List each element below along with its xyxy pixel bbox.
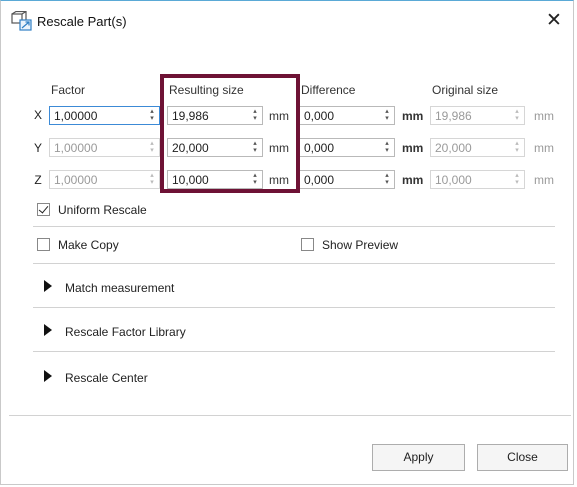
original-x-value: 19,986 <box>435 109 472 123</box>
spin-up-icon[interactable]: ▴ <box>148 140 156 147</box>
spin-up-icon[interactable]: ▴ <box>383 140 391 147</box>
unit-label: mm <box>402 173 424 187</box>
unit-label: mm <box>402 109 424 123</box>
spin-down-icon[interactable]: ▾ <box>148 115 156 122</box>
original-y-input: 20,000 ▴ ▾ <box>430 138 525 157</box>
difference-y-value: 0,000 <box>304 141 335 155</box>
spin-up-icon: ▴ <box>515 172 519 179</box>
close-button[interactable]: Close <box>477 444 568 471</box>
expand-arrow-icon[interactable] <box>44 324 52 336</box>
original-z-spinner: ▴ ▾ <box>513 172 521 187</box>
show-preview-label: Show Preview <box>322 238 399 252</box>
original-z-value: 10,000 <box>435 173 472 187</box>
unit-label: mm <box>534 173 554 187</box>
axis-label-y: Y <box>33 141 42 155</box>
spin-down-icon: ▾ <box>515 147 519 154</box>
divider <box>9 415 571 416</box>
difference-y-spinner[interactable]: ▴ ▾ <box>383 140 391 155</box>
difference-z-spinner[interactable]: ▴ ▾ <box>383 172 391 187</box>
spin-down-icon[interactable]: ▾ <box>383 179 391 186</box>
spin-down-icon[interactable]: ▾ <box>148 147 156 154</box>
close-icon[interactable]: ✕ <box>543 10 565 32</box>
original-size-header: Original size <box>432 83 499 97</box>
make-copy-checkbox[interactable] <box>37 238 50 251</box>
uniform-rescale-checkbox[interactable] <box>37 203 50 216</box>
original-x-spinner: ▴ ▾ <box>513 108 521 123</box>
factor-x-input[interactable]: 1,00000 ▴ ▾ <box>49 106 160 125</box>
factor-x-spinner[interactable]: ▴ ▾ <box>148 108 156 123</box>
original-x-input: 19,986 ▴ ▾ <box>430 106 525 125</box>
spin-down-icon[interactable]: ▾ <box>148 179 156 186</box>
divider <box>33 351 555 352</box>
spin-up-icon[interactable]: ▴ <box>383 172 391 179</box>
rescale-dialog: Rescale Part(s) ✕ Factor Resulting size … <box>0 0 574 485</box>
rescale-parts-icon <box>11 11 32 31</box>
rescale-center-label: Rescale Center <box>65 371 148 385</box>
spin-down-icon: ▾ <box>515 179 519 186</box>
factor-x-value: 1,00000 <box>54 109 98 123</box>
difference-y-input[interactable]: 0,000 ▴ ▾ <box>299 138 395 157</box>
spin-up-icon[interactable]: ▴ <box>383 108 391 115</box>
spin-up-icon[interactable]: ▴ <box>148 108 156 115</box>
factor-y-spinner[interactable]: ▴ ▾ <box>148 140 156 155</box>
unit-label: mm <box>402 141 424 155</box>
difference-z-input[interactable]: 0,000 ▴ ▾ <box>299 170 395 189</box>
spin-down-icon[interactable]: ▾ <box>383 115 391 122</box>
expand-arrow-icon[interactable] <box>44 370 52 382</box>
original-y-value: 20,000 <box>435 141 472 155</box>
axis-label-x: X <box>33 108 42 122</box>
dialog-title: Rescale Part(s) <box>37 14 127 29</box>
divider <box>33 307 555 308</box>
expand-arrow-icon[interactable] <box>44 280 52 292</box>
spin-down-icon[interactable]: ▾ <box>383 147 391 154</box>
factor-z-value: 1,00000 <box>54 173 98 187</box>
original-y-spinner: ▴ ▾ <box>513 140 521 155</box>
difference-x-spinner[interactable]: ▴ ▾ <box>383 108 391 123</box>
unit-label: mm <box>534 141 554 155</box>
factor-z-spinner[interactable]: ▴ ▾ <box>148 172 156 187</box>
rescale-factor-library-label: Rescale Factor Library <box>65 325 186 339</box>
divider <box>33 226 555 227</box>
difference-header: Difference <box>301 83 356 97</box>
unit-label: mm <box>534 109 554 123</box>
difference-z-value: 0,000 <box>304 173 335 187</box>
title-bar: Rescale Part(s) ✕ <box>1 1 573 41</box>
factor-z-input[interactable]: 1,00000 ▴ ▾ <box>49 170 160 189</box>
spin-up-icon[interactable]: ▴ <box>148 172 156 179</box>
resulting-size-highlight <box>160 74 300 193</box>
factor-header: Factor <box>51 83 86 97</box>
factor-y-value: 1,00000 <box>54 141 98 155</box>
difference-x-input[interactable]: 0,000 ▴ ▾ <box>299 106 395 125</box>
make-copy-label: Make Copy <box>58 238 119 252</box>
uniform-rescale-label: Uniform Rescale <box>58 203 147 217</box>
spin-up-icon: ▴ <box>515 140 519 147</box>
factor-y-input[interactable]: 1,00000 ▴ ▾ <box>49 138 160 157</box>
match-measurement-label: Match measurement <box>65 281 175 295</box>
divider <box>33 263 555 264</box>
show-preview-checkbox[interactable] <box>301 238 314 251</box>
original-z-input: 10,000 ▴ ▾ <box>430 170 525 189</box>
spin-up-icon: ▴ <box>515 108 519 115</box>
axis-label-z: Z <box>34 173 42 187</box>
difference-x-value: 0,000 <box>304 109 335 123</box>
spin-down-icon: ▾ <box>515 115 519 122</box>
apply-button[interactable]: Apply <box>372 444 465 471</box>
